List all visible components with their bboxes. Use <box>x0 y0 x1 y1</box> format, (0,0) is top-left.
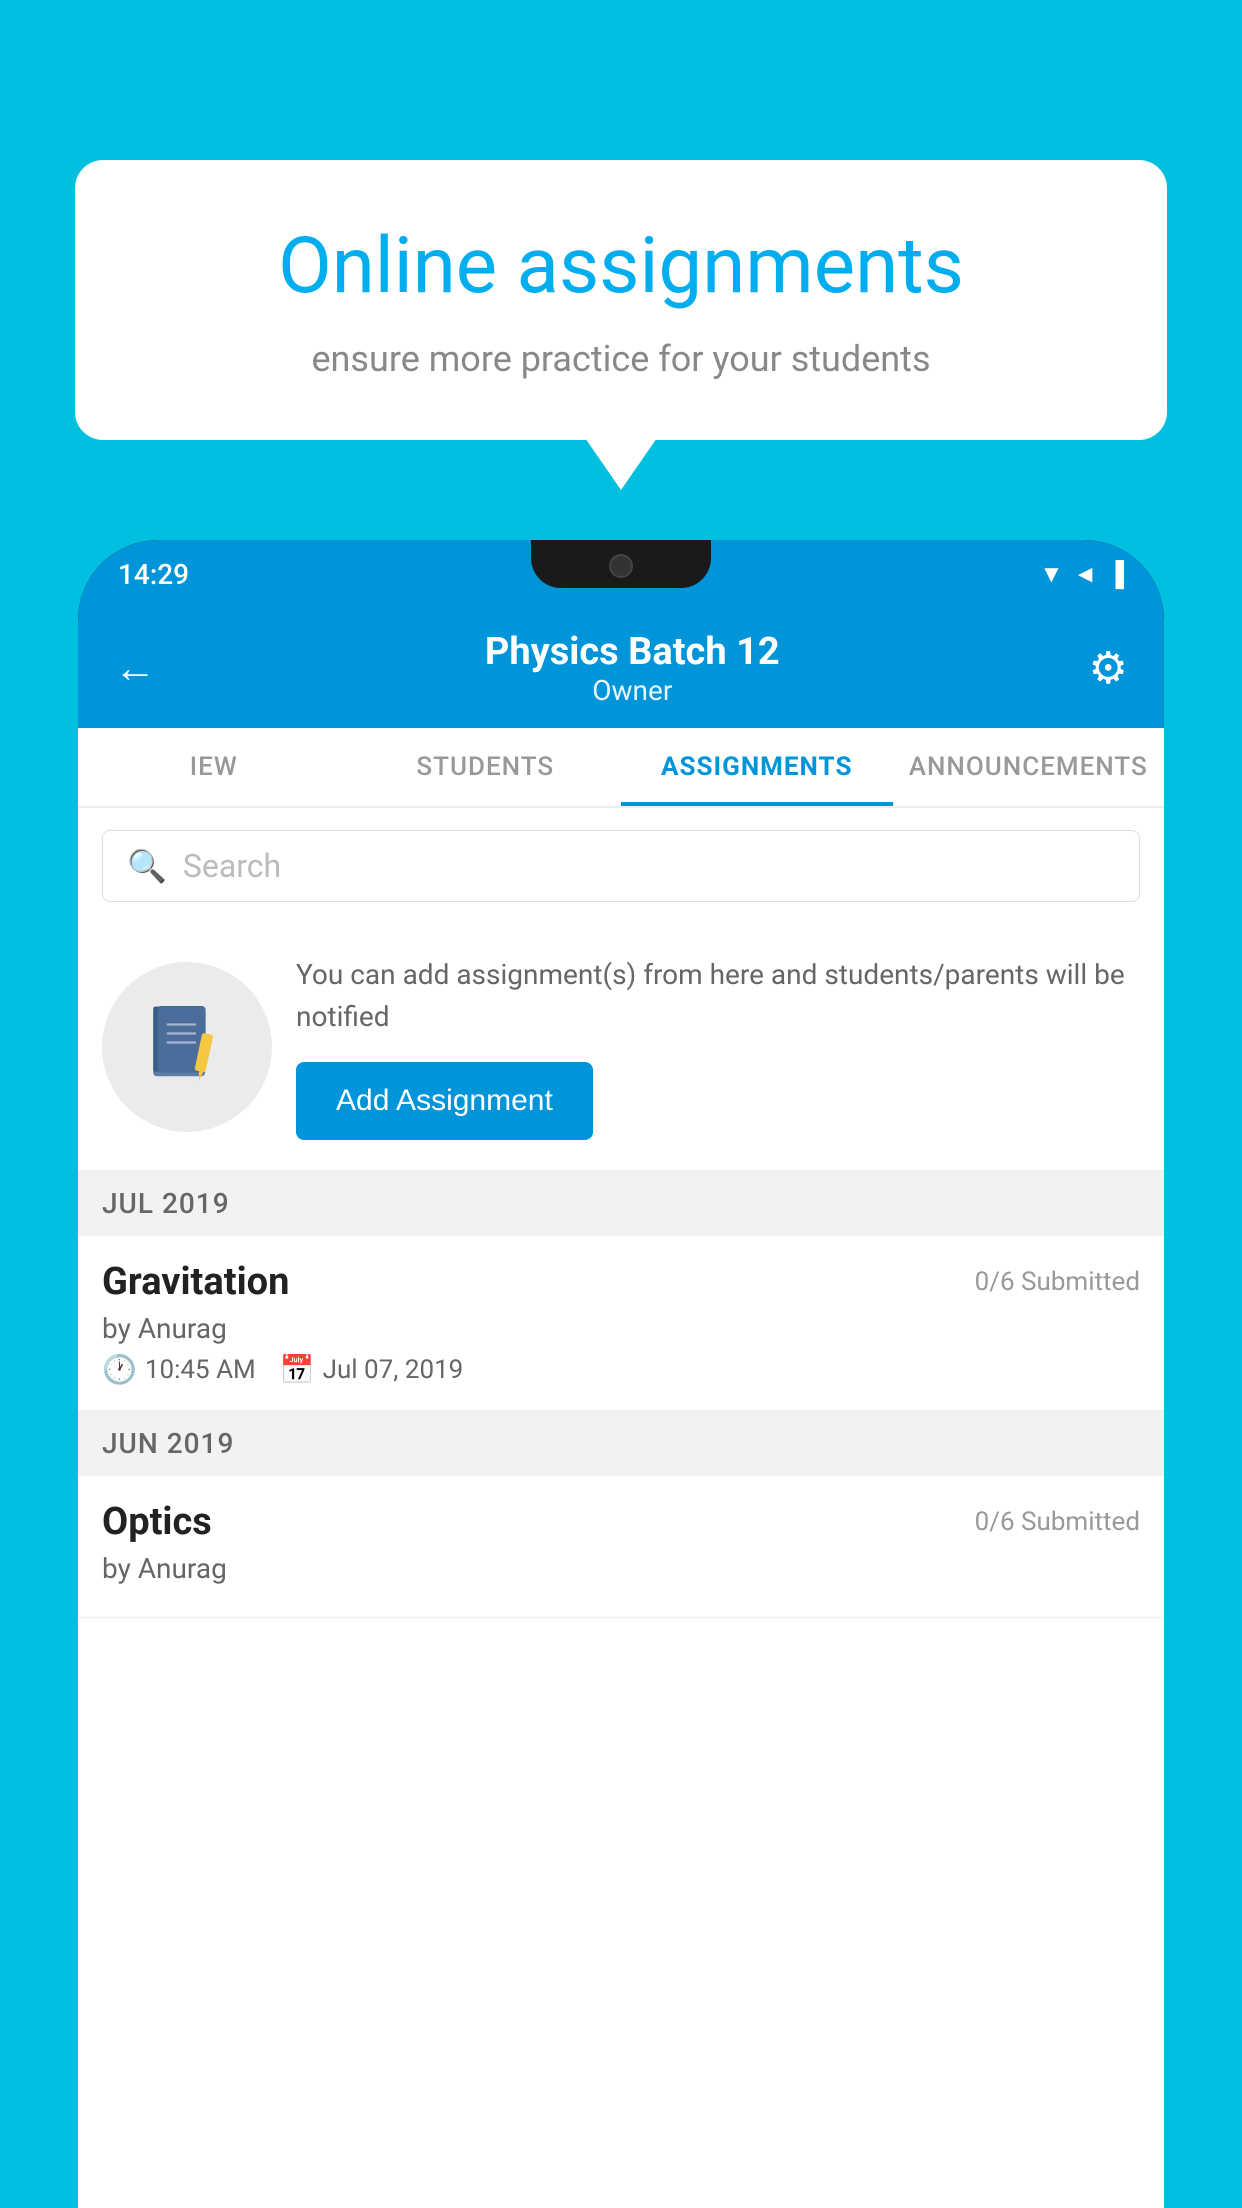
assignment-name: Gravitation <box>102 1260 289 1304</box>
tab-announcements[interactable]: ANNOUNCEMENTS <box>893 728 1165 806</box>
assignment-meta: 🕐 10:45 AM 📅 Jul 07, 2019 <box>102 1353 1140 1386</box>
app-bar: ← Physics Batch 12 Owner ⚙ <box>78 608 1164 728</box>
tabs-bar: IEW STUDENTS ASSIGNMENTS ANNOUNCEMENTS <box>78 728 1164 808</box>
section-jun-2019: JUN 2019 <box>78 1411 1164 1476</box>
clock-icon: 🕐 <box>102 1353 137 1386</box>
assignment-submitted: 0/6 Submitted <box>975 1267 1140 1297</box>
settings-button[interactable]: ⚙ <box>1089 642 1128 694</box>
tab-iew[interactable]: IEW <box>78 728 350 806</box>
app-bar-title: Physics Batch 12 Owner <box>176 630 1089 707</box>
tab-assignments[interactable]: ASSIGNMENTS <box>621 728 893 806</box>
search-bar[interactable]: 🔍 Search <box>102 830 1140 902</box>
back-button[interactable]: ← <box>114 644 156 693</box>
tab-students[interactable]: STUDENTS <box>350 728 622 806</box>
phone-frame: 14:29 ▼ ◄ ▐ ← Physics Batch 12 Owner ⚙ I… <box>78 540 1164 2208</box>
assignment-top: Gravitation 0/6 Submitted <box>102 1260 1140 1304</box>
add-assignment-button[interactable]: Add Assignment <box>296 1062 593 1140</box>
bubble-title: Online assignments <box>145 220 1097 314</box>
search-icon: 🔍 <box>127 847 167 885</box>
batch-title: Physics Batch 12 <box>176 630 1089 674</box>
calendar-icon: 📅 <box>280 1353 315 1386</box>
screen-content: 🔍 Search <box>78 808 1164 2208</box>
bubble-subtitle: ensure more practice for your students <box>145 338 1097 380</box>
assignment-date: 📅 Jul 07, 2019 <box>280 1353 464 1386</box>
promo-description: You can add assignment(s) from here and … <box>296 954 1140 1038</box>
batch-subtitle: Owner <box>176 674 1089 707</box>
wifi-icon: ▼ <box>1039 560 1063 589</box>
assignment-optics-submitted: 0/6 Submitted <box>975 1507 1140 1537</box>
signal-icon: ◄ <box>1073 560 1097 589</box>
section-jul-2019: JUL 2019 <box>78 1171 1164 1236</box>
notebook-icon <box>142 1002 232 1092</box>
promo-icon <box>102 962 272 1132</box>
assignment-optics-by: by Anurag <box>102 1552 1140 1585</box>
status-time: 14:29 <box>118 558 189 591</box>
promo-section: You can add assignment(s) from here and … <box>78 924 1164 1171</box>
assignment-optics-name: Optics <box>102 1500 212 1544</box>
camera <box>609 554 633 578</box>
assignment-optics-top: Optics 0/6 Submitted <box>102 1500 1140 1544</box>
status-icons: ▼ ◄ ▐ <box>1039 560 1124 589</box>
assignment-optics[interactable]: Optics 0/6 Submitted by Anurag <box>78 1476 1164 1618</box>
assignment-gravitation[interactable]: Gravitation 0/6 Submitted by Anurag 🕐 10… <box>78 1236 1164 1411</box>
search-placeholder: Search <box>183 847 281 885</box>
phone-inner: 14:29 ▼ ◄ ▐ ← Physics Batch 12 Owner ⚙ I… <box>78 540 1164 2208</box>
speech-bubble: Online assignments ensure more practice … <box>75 160 1167 440</box>
battery-icon: ▐ <box>1107 560 1124 589</box>
notch <box>531 540 711 588</box>
promo-text-area: You can add assignment(s) from here and … <box>296 954 1140 1140</box>
assignment-time: 🕐 10:45 AM <box>102 1353 256 1386</box>
assignment-by: by Anurag <box>102 1312 1140 1345</box>
